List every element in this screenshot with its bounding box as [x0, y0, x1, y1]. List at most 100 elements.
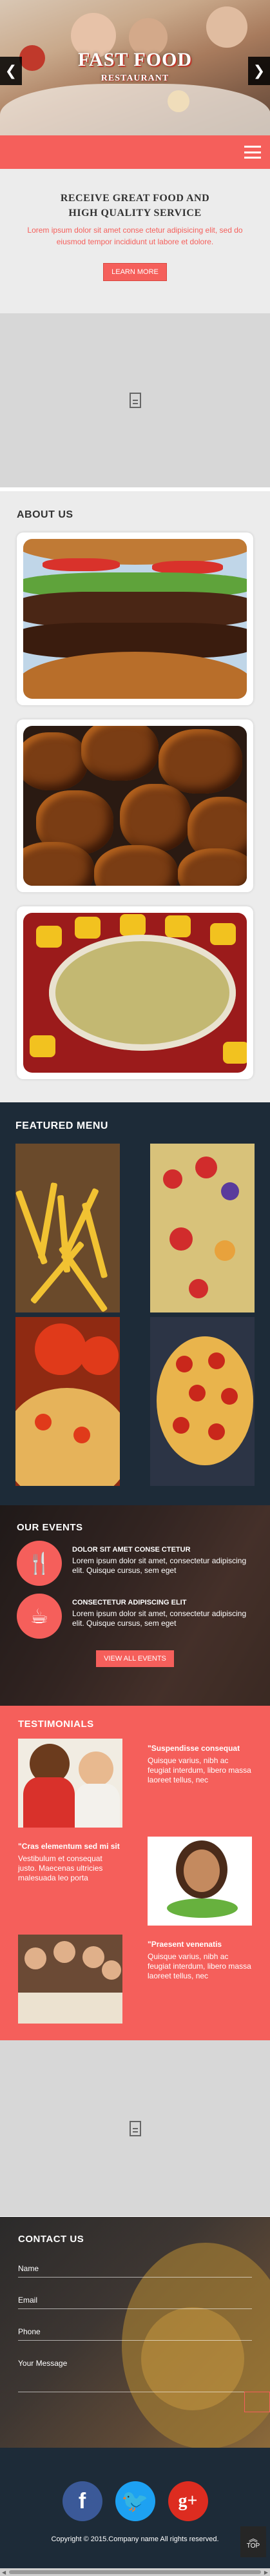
- pepperoni: [35, 1414, 52, 1430]
- logo-stamp: [165, 915, 191, 937]
- berry: [221, 1182, 239, 1200]
- about-card: [17, 532, 253, 705]
- chicken-piece: [81, 726, 159, 781]
- logo-stamp: [36, 926, 62, 948]
- tomato-slice: [43, 558, 120, 571]
- logo-stamp: [210, 923, 236, 945]
- testimonial-photo: [18, 1935, 122, 2024]
- menu-item-dessert[interactable]: [150, 1144, 255, 1312]
- testimonial-quote: "Praesent venenatis: [148, 1940, 222, 1949]
- intro-heading: RECEIVE GREAT FOOD AND HIGH QUALITY SERV…: [60, 193, 210, 219]
- dining-table: [18, 1993, 122, 2024]
- scrollbar-thumb[interactable]: [9, 2570, 261, 2574]
- slider-prev-button[interactable]: ❮: [0, 57, 22, 85]
- name-field[interactable]: Name: [18, 2259, 252, 2278]
- pepperoni: [73, 1427, 90, 1443]
- logo-stamp: [120, 914, 146, 936]
- view-all-events-button[interactable]: VIEW ALL EVENTS: [96, 1650, 174, 1667]
- fry: [37, 1182, 58, 1260]
- event-item: 🍴 DOLOR SIT AMET CONSE CTETUR Lorem ipsu…: [17, 1541, 253, 1586]
- menu-item-pizza-tomato[interactable]: [15, 1317, 120, 1486]
- person-head: [53, 1941, 75, 1963]
- noodles-image: [23, 913, 247, 1073]
- event-heading[interactable]: DOLOR SIT AMET CONSE CTETUR: [72, 1546, 253, 1554]
- facebook-icon[interactable]: f: [62, 2481, 102, 2521]
- footer: f 🐦 g+ Copyright © 2015.Company name All…: [0, 2448, 270, 2576]
- testimonials-title: TESTIMONIALS: [18, 1719, 94, 1730]
- menu-item-fries[interactable]: [15, 1144, 120, 1312]
- events-title: OUR EVENTS: [17, 1522, 83, 1533]
- person-face: [184, 1849, 220, 1892]
- hero-slider: FAST FOOD RESTAURANT ❮ ❯: [0, 0, 270, 135]
- pepperoni: [221, 1388, 238, 1405]
- pepperoni: [208, 1352, 225, 1369]
- bun-bottom: [23, 652, 247, 699]
- social-links: f 🐦 g+: [0, 2481, 270, 2521]
- person-head: [82, 1946, 104, 1968]
- menu-toggle-icon[interactable]: [244, 146, 261, 159]
- chicken-piece: [178, 848, 247, 886]
- horizontal-scrollbar[interactable]: ◀ ▶: [0, 2568, 270, 2576]
- twitter-icon[interactable]: 🐦: [115, 2481, 155, 2521]
- chevron-up-icon: ︽: [249, 2533, 258, 2544]
- scroll-left-icon[interactable]: ◀: [2, 2570, 6, 2575]
- person-body: [23, 1777, 75, 1828]
- tomato: [80, 1336, 119, 1375]
- send-button[interactable]: [244, 2392, 270, 2412]
- coffee-cup-icon: ☕: [17, 1594, 62, 1639]
- pepperoni: [189, 1385, 206, 1401]
- intro-section: RECEIVE GREAT FOOD AND HIGH QUALITY SERV…: [0, 169, 270, 313]
- pizza-base: [15, 1388, 120, 1486]
- strawberry: [195, 1156, 217, 1178]
- testimonial-photo: [18, 1739, 122, 1828]
- learn-more-button[interactable]: LEARN MORE: [103, 263, 167, 281]
- contact-title: CONTACT US: [18, 2234, 84, 2245]
- testimonial-text: Vestibulum et consequat justo. Maecenas …: [18, 1854, 103, 1882]
- pizza-base: [157, 1336, 253, 1465]
- glazed-chicken-image: [23, 726, 247, 886]
- featured-title: FEATURED MENU: [15, 1120, 108, 1131]
- logo-subtitle: RESTAURANT: [101, 73, 169, 83]
- slider-next-button[interactable]: ❯: [248, 57, 270, 85]
- phone-field[interactable]: Phone: [18, 2322, 252, 2341]
- testimonial: "Suspendisse consequat Quisque varius, n…: [148, 1739, 252, 1828]
- menu-item-pizza-pepperoni[interactable]: [150, 1317, 255, 1486]
- hero-photo-person: [206, 6, 247, 48]
- embedded-frame-placeholder: [0, 2040, 270, 2217]
- logo-title: FAST FOOD: [77, 49, 193, 70]
- scroll-right-icon[interactable]: ▶: [264, 2570, 268, 2575]
- intro-text: Lorem ipsum dolor sit amet conse ctetur …: [27, 226, 243, 246]
- hero-photo-table: [0, 84, 270, 135]
- testimonial-text: Quisque varius, nibh ac feugiat interdum…: [148, 1952, 251, 1980]
- broken-document-icon: [129, 2120, 141, 2136]
- about-title: ABOUT US: [17, 509, 73, 520]
- featured-grid: [15, 1144, 255, 1486]
- salad-plate: [167, 1898, 238, 1918]
- fry: [81, 1202, 108, 1279]
- about-card: [17, 719, 253, 892]
- event-heading[interactable]: CONSECTETUR ADIPISCING ELIT: [72, 1599, 253, 1606]
- testimonial-row: "Cras elementum sed mi sit Vestibulum et…: [18, 1837, 252, 1926]
- event-item: ☕ CONSECTETUR ADIPISCING ELIT Lorem ipsu…: [17, 1594, 253, 1639]
- googleplus-icon[interactable]: g+: [168, 2481, 208, 2521]
- logo-stamp: [75, 917, 101, 939]
- scroll-to-top-button[interactable]: ︽ TOP: [240, 2526, 266, 2557]
- logo-stamp: [30, 1035, 55, 1057]
- testimonial-text: Quisque varius, nibh ac feugiat interdum…: [148, 1756, 251, 1784]
- tomato-slice: [152, 561, 223, 574]
- strawberry: [163, 1169, 182, 1189]
- navbar: [0, 135, 270, 169]
- email-field[interactable]: Email: [18, 2290, 252, 2309]
- chicken-piece: [23, 732, 88, 790]
- events-section: OUR EVENTS 🍴 DOLOR SIT AMET CONSE CTETUR…: [0, 1505, 270, 1706]
- strawberry: [169, 1227, 193, 1251]
- about-card: [17, 906, 253, 1079]
- testimonial: "Cras elementum sed mi sit Vestibulum et…: [18, 1837, 122, 1926]
- testimonial-photo: [148, 1837, 252, 1926]
- message-field[interactable]: Your Message: [18, 2354, 252, 2392]
- burger-image: [23, 539, 247, 699]
- featured-menu-section: FEATURED MENU: [0, 1102, 270, 1505]
- broken-document-icon: [129, 393, 141, 408]
- embedded-frame-placeholder: [0, 313, 270, 491]
- noodle-plate: [49, 935, 236, 1051]
